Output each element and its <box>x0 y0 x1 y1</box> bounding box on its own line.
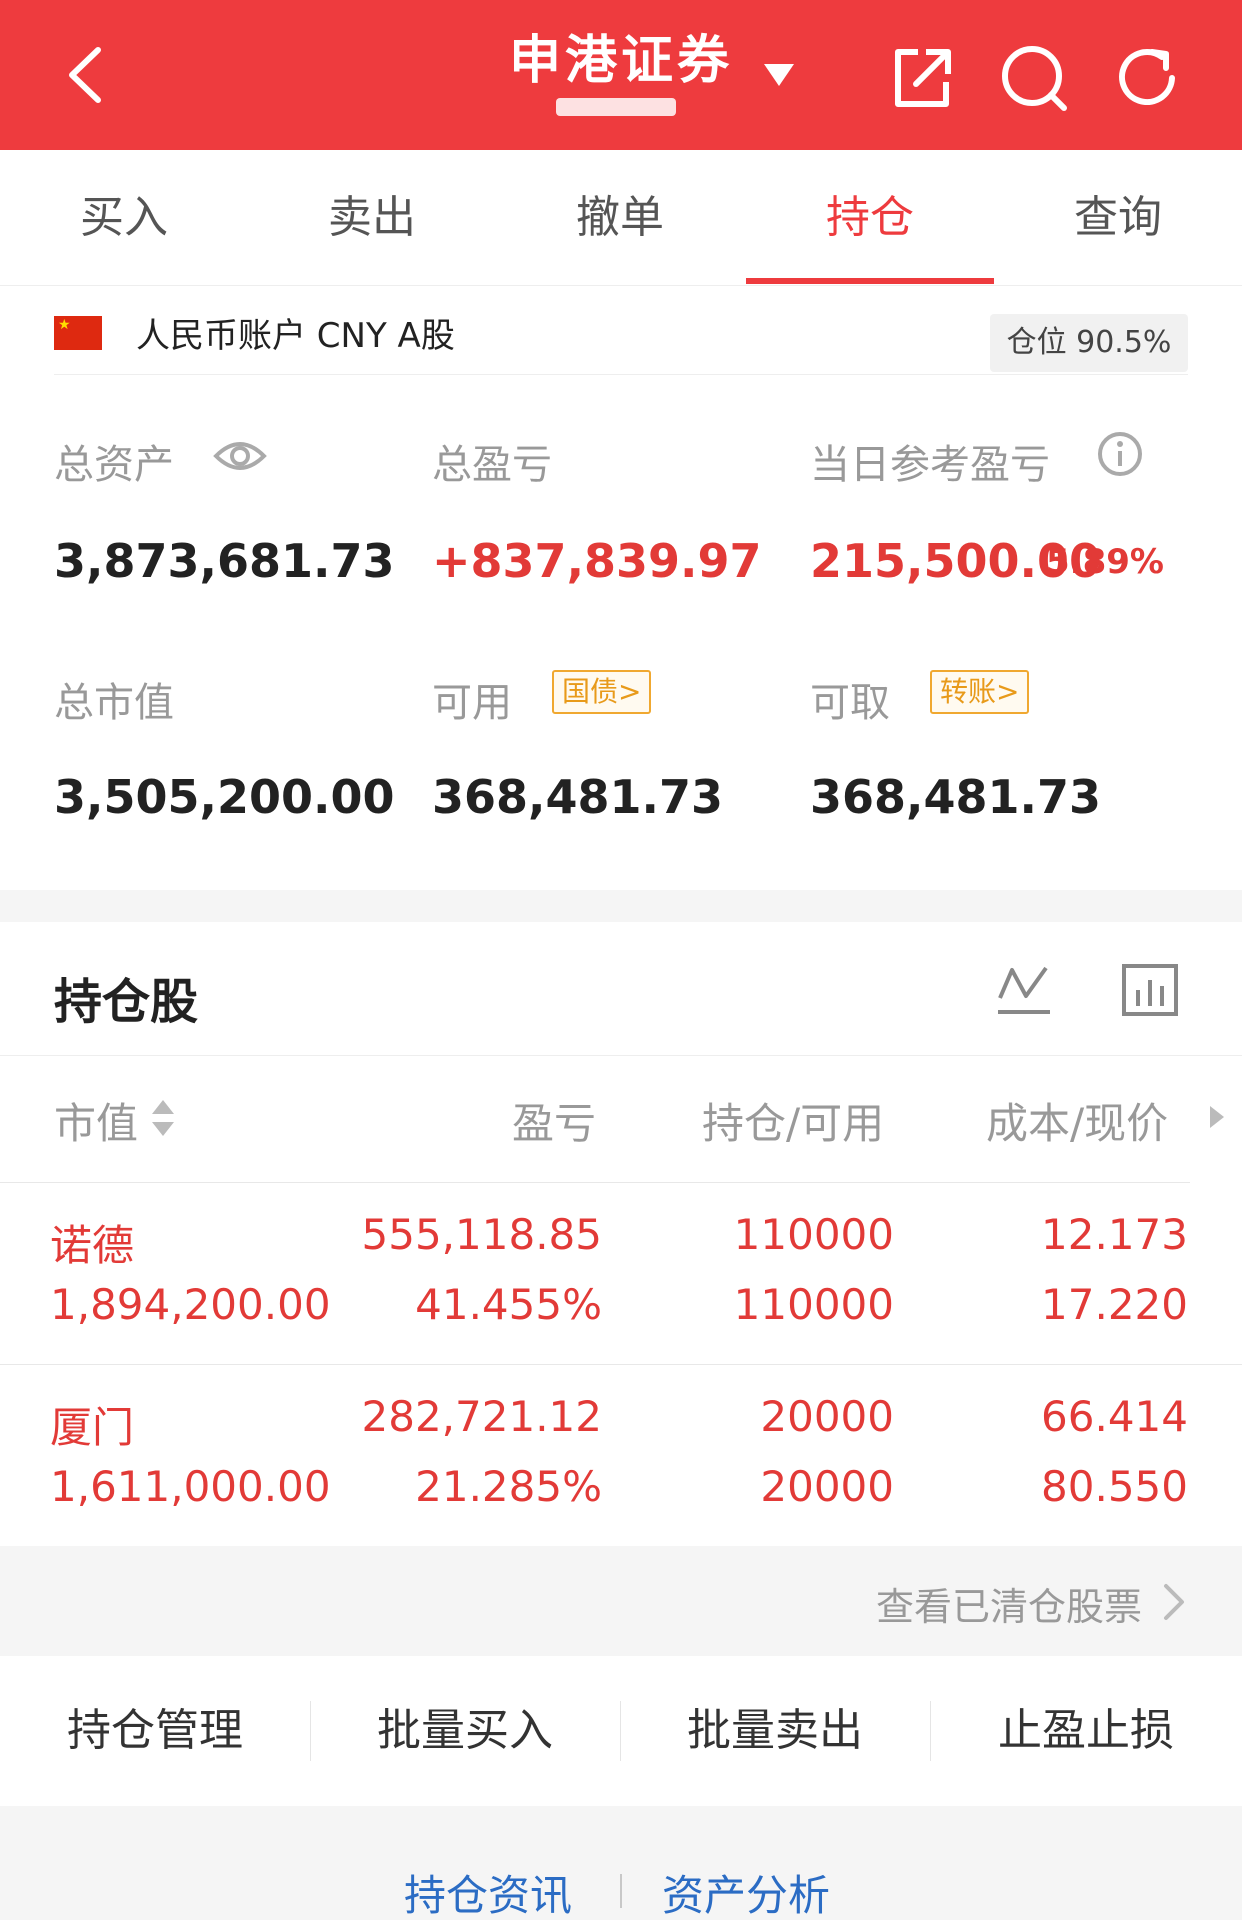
chevron-right-icon <box>1164 1584 1184 1620</box>
refresh-button[interactable] <box>1110 40 1186 116</box>
tab-sell[interactable]: 卖出 <box>248 150 496 286</box>
column-header-position: 持仓/可用 <box>702 1099 885 1148</box>
total-pl-label: 总盈亏 <box>432 442 552 488</box>
divider <box>0 1055 1242 1056</box>
tab-query[interactable]: 查询 <box>994 150 1242 286</box>
position-qty: 20000 <box>760 1392 894 1441</box>
divider <box>0 1182 1190 1183</box>
position-qty: 110000 <box>733 1210 894 1259</box>
search-icon <box>1002 46 1067 111</box>
search-button[interactable] <box>996 40 1072 116</box>
current-price: 80.550 <box>1041 1462 1188 1511</box>
tab-cancel-order[interactable]: 撤单 <box>496 150 744 286</box>
pl-percent: 41.455% <box>415 1280 602 1329</box>
action-bar: 持仓管理 批量买入 批量卖出 止盈止损 <box>0 1656 1242 1806</box>
account-row: ★ 人民币账户 CNY A股 仓位 90.5% <box>0 290 1242 380</box>
current-price: 17.220 <box>1041 1280 1188 1329</box>
holdings-title: 持仓股 <box>54 974 199 1030</box>
stock-name-redacted <box>136 1396 256 1436</box>
sort-icon[interactable] <box>150 1098 176 1138</box>
withdrawable-label: 可取 <box>810 680 890 726</box>
stock-name: 厦门 <box>50 1403 135 1452</box>
stock-name: 诺德 <box>50 1221 135 1270</box>
total-assets-label: 总资产 <box>54 442 174 488</box>
line-chart-icon[interactable] <box>994 960 1054 1020</box>
divider <box>0 1364 1242 1365</box>
pl-amount: 555,118.85 <box>361 1210 602 1259</box>
daily-pl-label: 当日参考盈亏 <box>810 442 1050 488</box>
footer-links: 持仓资讯 资产分析 <box>0 1806 1242 1920</box>
cleared-stocks-link[interactable]: 查看已清仓股票 <box>0 1546 1242 1656</box>
column-header-pl: 盈亏 <box>512 1099 597 1148</box>
take-profit-stop-loss-button[interactable]: 止盈止损 <box>930 1656 1242 1806</box>
batch-buy-button[interactable]: 批量买入 <box>310 1656 620 1806</box>
asset-analysis-link[interactable]: 资产分析 <box>662 1862 830 1920</box>
pl-percent: 21.285% <box>415 1462 602 1511</box>
market-value: 1,894,200.00 <box>50 1280 331 1329</box>
market-value-value: 3,505,200.00 <box>54 770 395 824</box>
active-tab-indicator <box>746 278 994 284</box>
daily-pl-percent: 5.89% <box>1046 542 1164 582</box>
bar-chart-icon[interactable] <box>1120 960 1180 1020</box>
market-value-label: 总市值 <box>54 680 174 726</box>
refresh-icon <box>1119 49 1175 105</box>
available-qty: 20000 <box>760 1462 894 1511</box>
china-flag-icon: ★ <box>54 316 102 350</box>
share-external-icon <box>895 49 951 107</box>
total-assets-value: 3,873,681.73 <box>54 534 395 588</box>
available-label: 可用 <box>432 680 512 726</box>
batch-sell-button[interactable]: 批量卖出 <box>620 1656 930 1806</box>
pl-amount: 282,721.12 <box>361 1392 602 1441</box>
transfer-tag[interactable]: 转账> <box>930 670 1030 714</box>
eye-icon[interactable] <box>212 436 268 476</box>
section-gap <box>0 890 1242 922</box>
withdrawable-value: 368,481.73 <box>810 770 1102 824</box>
available-qty: 110000 <box>733 1280 894 1329</box>
stock-name-redacted <box>148 1214 246 1254</box>
page-title: 申港证券 <box>508 31 733 91</box>
tab-buy[interactable]: 买入 <box>0 150 248 286</box>
available-value: 368,481.73 <box>432 770 724 824</box>
trade-tabs: 买入 卖出 撤单 持仓 查询 <box>0 150 1242 286</box>
divider <box>54 374 1188 375</box>
cost-price: 12.173 <box>1041 1210 1188 1259</box>
share-button[interactable] <box>884 40 960 116</box>
total-pl-value: +837,839.97 <box>432 534 762 588</box>
app-header: 申港证券 <box>0 0 1242 150</box>
divider <box>620 1874 622 1908</box>
treasury-bond-tag[interactable]: 国债> <box>552 670 652 714</box>
column-header-cost-price: 成本/现价 <box>986 1099 1169 1148</box>
tab-positions[interactable]: 持仓 <box>746 150 994 286</box>
column-header-market-value[interactable]: 市值 <box>54 1090 138 1151</box>
caret-right-icon[interactable] <box>1206 1102 1226 1132</box>
account-label: 人民币账户 CNY A股 <box>136 316 455 356</box>
position-ratio-badge: 仓位 90.5% <box>990 314 1188 372</box>
cost-price: 66.414 <box>1041 1392 1188 1441</box>
account-number-redacted <box>556 98 676 116</box>
info-icon[interactable] <box>1096 430 1144 478</box>
caret-down-icon[interactable] <box>762 62 796 88</box>
manage-positions-button[interactable]: 持仓管理 <box>0 1656 310 1806</box>
position-news-link[interactable]: 持仓资讯 <box>404 1862 572 1920</box>
market-value: 1,611,000.00 <box>50 1462 331 1511</box>
cleared-stocks-label: 查看已清仓股票 <box>875 1585 1142 1629</box>
